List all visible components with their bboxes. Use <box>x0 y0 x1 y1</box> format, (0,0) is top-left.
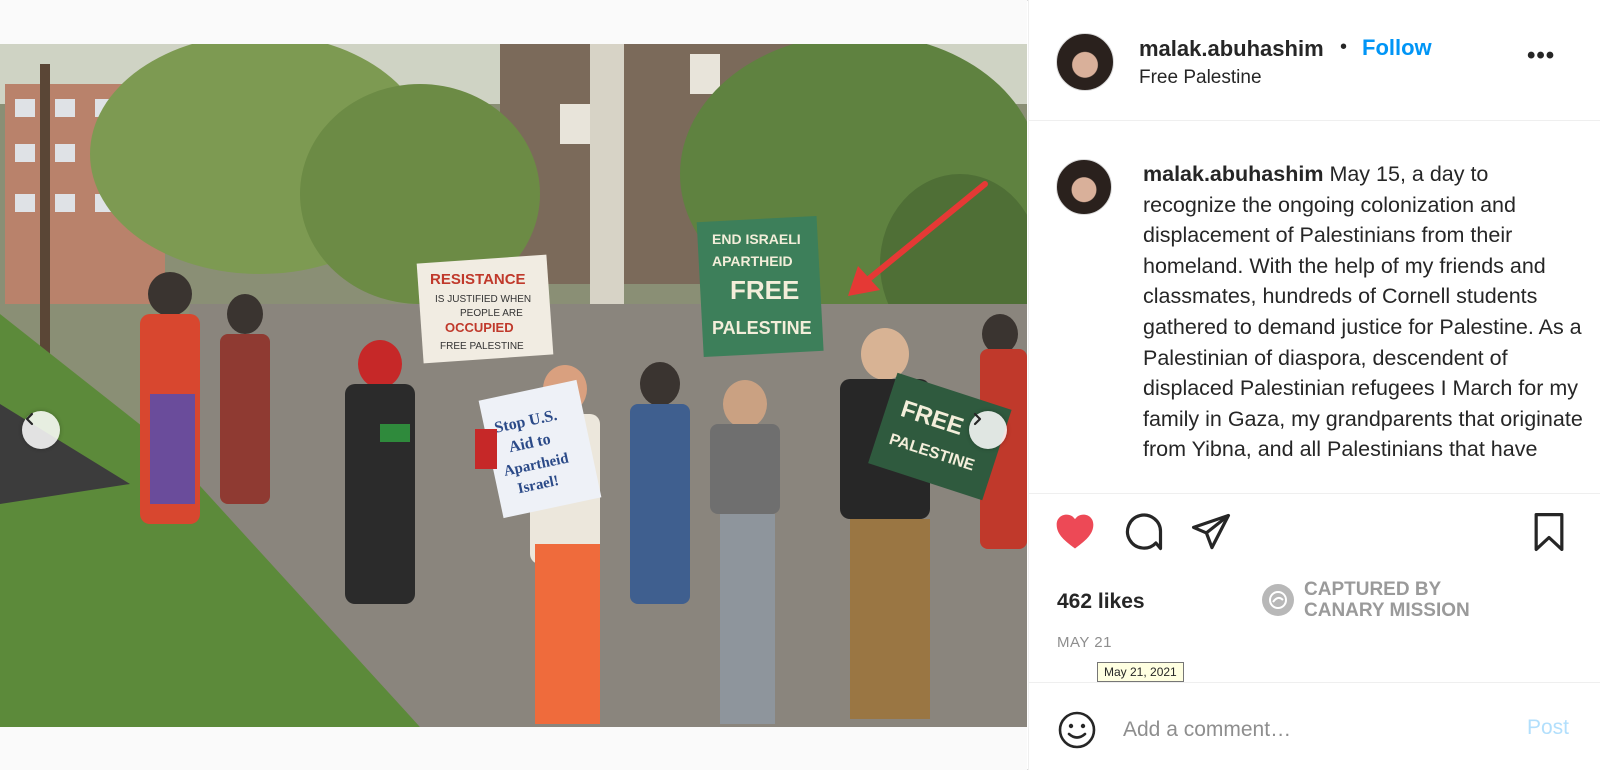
post-side-panel: malak.abuhashim • Follow Free Palestine … <box>1028 0 1600 770</box>
captured-line-1: CAPTURED BY <box>1304 579 1442 600</box>
media-pane: RESISTANCE IS JUSTIFIED WHEN PEOPLE ARE … <box>0 0 1027 770</box>
share-icon[interactable] <box>1189 510 1233 554</box>
heart-icon[interactable] <box>1053 510 1097 554</box>
captured-line-2: CANARY MISSION <box>1304 600 1470 621</box>
action-bar: 462 likes CAPTURED BY CANARY MISSION MAY… <box>1029 493 1600 682</box>
sign-resistance: RESISTANCE IS JUSTIFIED WHEN PEOPLE ARE … <box>416 254 554 364</box>
sign-end-apartheid: END ISRAELI APARTHEID FREE PALESTINE <box>696 215 824 358</box>
svg-text:PEOPLE ARE: PEOPLE ARE <box>460 308 523 319</box>
post-comment-button[interactable]: Post <box>1527 716 1569 740</box>
caption-text: May 15, a day to recognize the ongoing c… <box>1143 162 1583 462</box>
svg-text:RESISTANCE: RESISTANCE <box>430 271 526 288</box>
svg-text:IS JUSTIFIED WHEN: IS JUSTIFIED WHEN <box>435 294 531 305</box>
avatar[interactable] <box>1056 33 1114 91</box>
comment-input[interactable] <box>1121 707 1505 753</box>
post-date[interactable]: MAY 21 <box>1057 634 1112 651</box>
svg-text:OCCUPIED: OCCUPIED <box>445 320 514 335</box>
next-slide-button[interactable] <box>969 411 1007 449</box>
photo-illustration: RESISTANCE IS JUSTIFIED WHEN PEOPLE ARE … <box>0 44 1027 727</box>
comment-bar: Post <box>1029 682 1600 771</box>
more-icon[interactable]: ••• <box>1527 42 1555 70</box>
chevron-right-icon <box>973 412 982 426</box>
svg-text:END ISRAELI: END ISRAELI <box>712 231 801 247</box>
previous-slide-button[interactable] <box>22 411 60 449</box>
follow-button[interactable]: Follow <box>1362 35 1432 61</box>
caption-avatar[interactable] <box>1056 159 1112 215</box>
canary-logo-icon <box>1262 584 1294 616</box>
svg-text:PALESTINE: PALESTINE <box>712 318 812 338</box>
svg-text:FREE PALESTINE: FREE PALESTINE <box>440 341 524 352</box>
caption-username[interactable]: malak.abuhashim <box>1143 162 1323 186</box>
svg-text:APARTHEID: APARTHEID <box>712 253 793 269</box>
date-tooltip: May 21, 2021 <box>1097 662 1184 682</box>
post-photo: RESISTANCE IS JUSTIFIED WHEN PEOPLE ARE … <box>0 44 1027 727</box>
bookmark-icon[interactable] <box>1527 510 1571 554</box>
svg-text:FREE: FREE <box>730 275 799 305</box>
post-location[interactable]: Free Palestine <box>1139 67 1262 89</box>
emoji-icon[interactable] <box>1057 710 1097 750</box>
caption-section: malak.abuhashim May 15, a day to recogniz… <box>1029 121 1600 493</box>
post-header: malak.abuhashim • Follow Free Palestine … <box>1029 0 1600 121</box>
likes-count[interactable]: 462 likes <box>1057 590 1145 614</box>
caption-text-block: malak.abuhashim May 15, a day to recogniz… <box>1143 159 1583 465</box>
captured-text: CAPTURED BY CANARY MISSION <box>1304 579 1470 621</box>
chevron-left-icon <box>25 412 34 426</box>
captured-badge: CAPTURED BY CANARY MISSION <box>1262 579 1470 621</box>
comment-icon[interactable] <box>1122 510 1166 554</box>
header-username[interactable]: malak.abuhashim <box>1139 36 1324 62</box>
separator-bullet: • <box>1340 36 1348 58</box>
